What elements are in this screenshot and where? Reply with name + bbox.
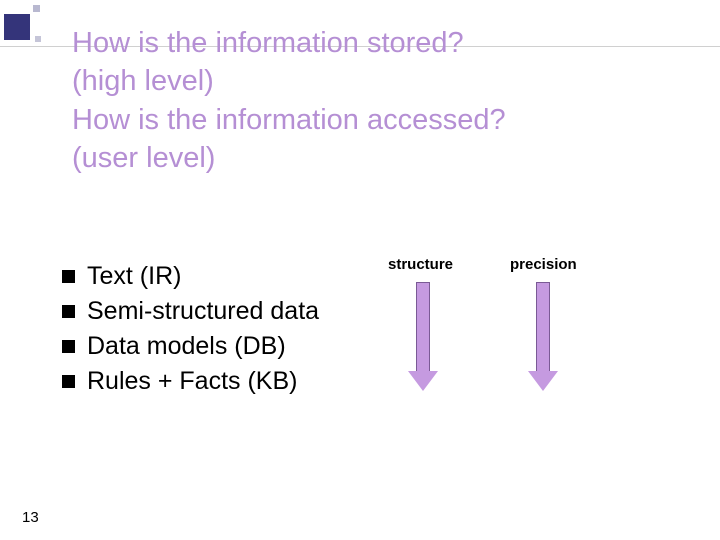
bullet-square-icon	[62, 340, 75, 353]
bullet-square-icon	[62, 305, 75, 318]
list-item: Rules + Facts (KB)	[62, 367, 319, 396]
title-line: (user level)	[72, 139, 672, 177]
down-arrow-icon	[408, 282, 438, 391]
decoration-square-large	[4, 14, 30, 40]
slide-title: How is the information stored? (high lev…	[72, 24, 672, 177]
column-label-structure: structure	[388, 256, 453, 273]
list-item: Data models (DB)	[62, 332, 319, 361]
list-item: Semi-structured data	[62, 297, 319, 326]
list-item-label: Data models (DB)	[87, 332, 286, 361]
bullet-list: Text (IR) Semi-structured data Data mode…	[62, 262, 319, 402]
down-arrow-icon	[528, 282, 558, 391]
list-item: Text (IR)	[62, 262, 319, 291]
column-label-precision: precision	[510, 256, 577, 273]
list-item-label: Semi-structured data	[87, 297, 319, 326]
list-item-label: Rules + Facts (KB)	[87, 367, 297, 396]
list-item-label: Text (IR)	[87, 262, 181, 291]
decoration-square-small	[33, 5, 40, 12]
bullet-square-icon	[62, 270, 75, 283]
title-line: How is the information accessed?	[72, 101, 672, 139]
title-line: How is the information stored?	[72, 24, 672, 62]
decoration-square-small	[35, 36, 41, 42]
page-number: 13	[22, 509, 39, 526]
bullet-square-icon	[62, 375, 75, 388]
title-line: (high level)	[72, 62, 672, 100]
